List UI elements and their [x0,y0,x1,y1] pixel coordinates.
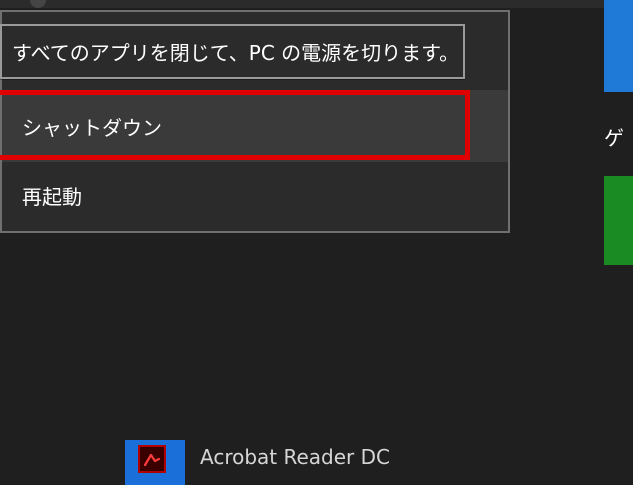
menu-item-restart[interactable]: 再起動 [2,159,508,231]
tooltip-text: すべてのアプリを閉じて、PC の電源を切ります。 [12,41,460,65]
app-label: Acrobat Reader DC [200,445,390,469]
acrobat-reader-icon [138,445,166,473]
menu-item-shutdown[interactable]: シャットダウン [2,90,508,162]
shutdown-tooltip: すべてのアプリを閉じて、PC の電源を切ります。 [0,24,465,79]
live-tile-blue[interactable] [604,0,633,92]
top-strip [0,0,633,8]
right-tile-label: ゲ [604,126,624,150]
menu-item-label: シャットダウン [22,115,162,140]
menu-item-label: 再起動 [22,184,82,209]
